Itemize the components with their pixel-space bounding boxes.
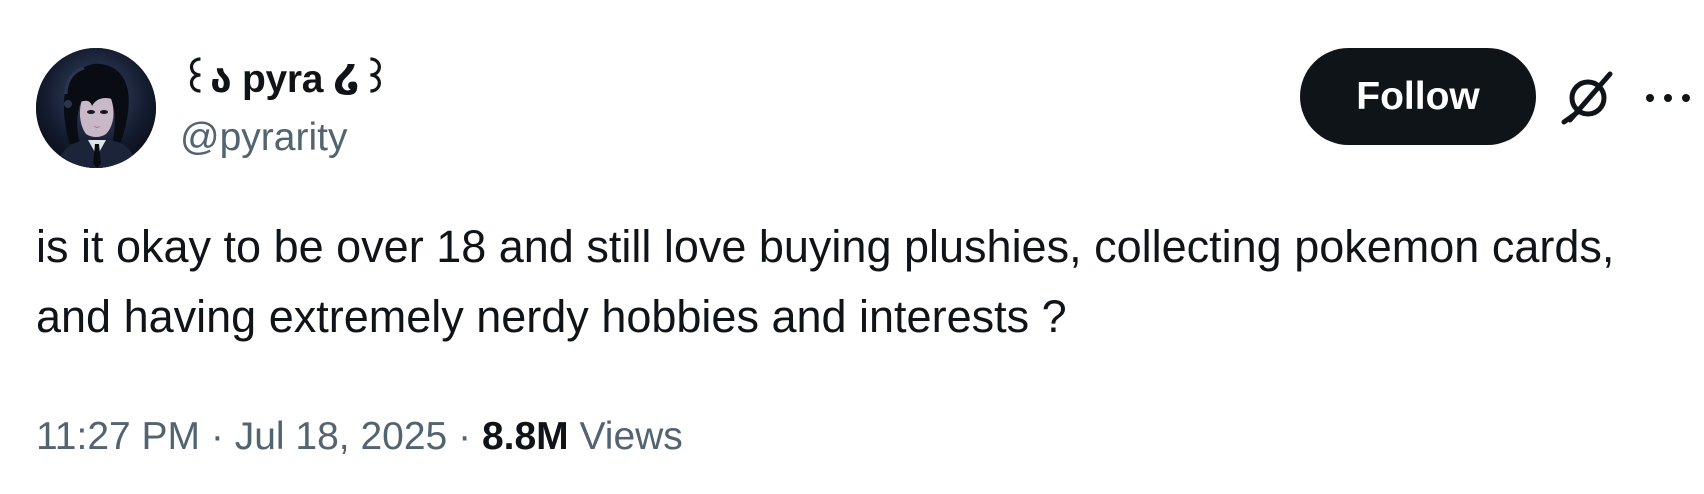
meta-separator: · [210, 415, 224, 458]
tweet-card: ꒰ა pyra ໒꒱ @pyrarity Follow is it okay t… [0, 0, 1704, 494]
author-display-name[interactable]: ꒰ა pyra ໒꒱ [180, 56, 391, 104]
grok-icon[interactable] [1558, 68, 1618, 128]
avatar-image [36, 48, 156, 168]
tweet-date[interactable]: Jul 18, 2025 [235, 415, 448, 458]
views-label: Views [579, 415, 683, 458]
author-handle[interactable]: @pyrarity [180, 114, 347, 162]
more-horizontal-icon[interactable] [1644, 84, 1692, 112]
avatar[interactable] [36, 48, 156, 168]
tweet-text: is it okay to be over 18 and still love … [36, 221, 1615, 342]
tweet-meta: 11:27 PM · Jul 18, 2025 · 8.8M Views [36, 410, 683, 464]
views-count: 8.8M [481, 415, 569, 458]
follow-button[interactable]: Follow [1300, 48, 1536, 145]
tweet-time[interactable]: 11:27 PM [36, 415, 200, 458]
meta-separator: · [458, 415, 472, 458]
